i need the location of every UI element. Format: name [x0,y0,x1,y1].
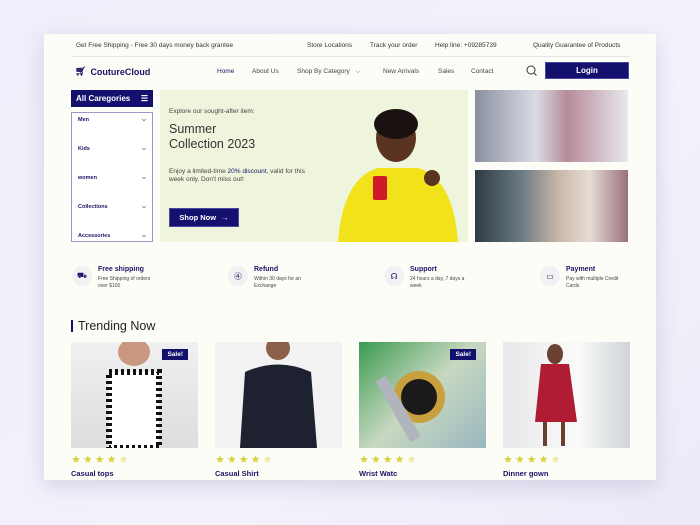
page: Get Free Shipping - Free 30 days money b… [44,34,656,480]
boutique-image [475,170,628,242]
hero-model-image [338,109,458,242]
hero-title: Summer Collection 2023 [169,122,256,151]
quality-text: Quality Guarantee of Products [533,42,621,49]
nav-label: Shop By Category [297,68,350,75]
track-order-link[interactable]: Track your order [370,42,417,49]
divider [71,56,629,57]
rating-stars: ★★★★★ [503,454,563,466]
feature-support: ☊ Support 24 hours a day, 7 days a week [384,266,472,289]
logo[interactable]: 🛒︎ CoutureCloud [75,66,150,77]
truck-icon: ⛟ [72,266,92,286]
arrow-right-icon: → [221,213,229,222]
category-accessories[interactable]: Accessories ⌵ [78,233,146,240]
headset-icon: ☊ [384,266,404,286]
feature-payment: ▭ Payment Pay with multiple Credit Cards [540,266,628,289]
nav-shop-by-category[interactable]: Shop By Category ⌵ [297,68,361,76]
product-name[interactable]: Casual Shirt [215,469,259,478]
rating-stars: ★★★★★ [215,454,275,466]
hero-banner: Explore our sought-after item: Summer Col… [160,90,468,242]
all-categories-button[interactable]: All Caregories ☰ [71,90,153,107]
chevron-down-icon: ⌵ [141,233,146,239]
section-accent [71,320,73,332]
rating-stars: ★★★★★ [71,454,131,466]
menu-icon: ☰ [140,94,148,103]
nav-home[interactable]: Home [217,68,234,75]
feature-refund: ⓸ Refund Within 30 days for an Exchange [228,266,316,289]
chevron-down-icon: ⌵ [141,204,146,210]
categories-title: All Caregories [76,94,131,103]
category-list: Men ⌵ Kids ⌵ women ⌵ Collections ⌵ Accessori… [71,112,153,242]
credit-card-icon: ▭ [540,266,560,286]
cart-icon: 🛒︎ [75,66,87,76]
nav-contact[interactable]: Contact [471,68,493,75]
chevron-down-icon: ⌵ [141,146,146,152]
sale-badge: Sale! [162,349,188,360]
refund-icon: ⓸ [228,266,248,286]
store-rack-image [475,90,628,162]
category-women[interactable]: women ⌵ [78,175,146,182]
category-kids[interactable]: Kids ⌵ [78,146,146,153]
trending-title: Trending Now [78,319,156,333]
rating-stars: ★★★★★ [359,454,419,466]
category-collections[interactable]: Collections ⌵ [78,204,146,211]
chevron-down-icon: ⌵ [141,175,146,181]
product-name[interactable]: Casual tops [71,469,114,478]
product-card[interactable] [215,342,342,448]
feature-free-shipping: ⛟ Free shipping Free Shipping of orders ov… [72,266,160,289]
hero-eyebrow: Explore our sought-after item: [169,108,255,115]
product-card[interactable]: Sale! [71,342,198,448]
product-card[interactable]: Sale! [359,342,486,448]
product-name[interactable]: Dinner gown [503,469,548,478]
chevron-down-icon: ⌵ [355,68,361,75]
promo-text: Get Free Shipping - Free 30 days money b… [76,42,234,49]
sale-badge: Sale! [450,349,476,360]
chevron-down-icon: ⌵ [141,117,146,123]
shop-now-button[interactable]: Shop Now → [169,208,239,227]
nav-sales[interactable]: Sales [438,68,454,75]
nav-about[interactable]: About Us [252,68,279,75]
help-line: Help line: +09285739 [435,42,497,49]
search-icon[interactable] [526,65,537,76]
store-locations-link[interactable]: Store Locations [307,42,352,49]
login-button[interactable]: Login [545,62,629,79]
brand-name: CoutureCloud [90,66,151,77]
nav-new-arrivals[interactable]: New Arrivals [383,68,419,75]
product-name[interactable]: Wrist Watc [359,469,397,478]
product-card[interactable] [503,342,630,448]
hero-description: Enjoy a limited-time 20% discount, valid… [169,168,305,184]
category-men[interactable]: Men ⌵ [78,117,146,124]
